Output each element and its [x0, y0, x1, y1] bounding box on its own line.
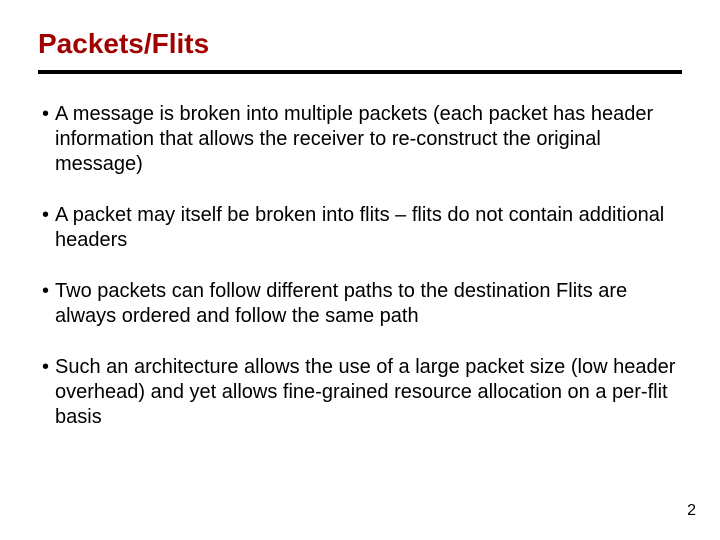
bullet-text: A packet may itself be broken into flits…: [55, 203, 682, 253]
bullet-text: Two packets can follow different paths t…: [55, 279, 682, 329]
bullet-icon: •: [42, 355, 49, 380]
list-item: • A packet may itself be broken into fli…: [42, 203, 682, 253]
list-item: • Such an architecture allows the use of…: [42, 355, 682, 430]
bullet-list: • A message is broken into multiple pack…: [38, 102, 682, 430]
list-item: • Two packets can follow different paths…: [42, 279, 682, 329]
slide: Packets/Flits • A message is broken into…: [0, 0, 720, 540]
bullet-icon: •: [42, 102, 49, 127]
page-number: 2: [687, 502, 696, 520]
bullet-icon: •: [42, 203, 49, 228]
list-item: • A message is broken into multiple pack…: [42, 102, 682, 177]
bullet-text: A message is broken into multiple packet…: [55, 102, 682, 177]
bullet-icon: •: [42, 279, 49, 304]
bullet-text: Such an architecture allows the use of a…: [55, 355, 682, 430]
title-divider: [38, 70, 682, 74]
slide-title: Packets/Flits: [38, 28, 682, 60]
